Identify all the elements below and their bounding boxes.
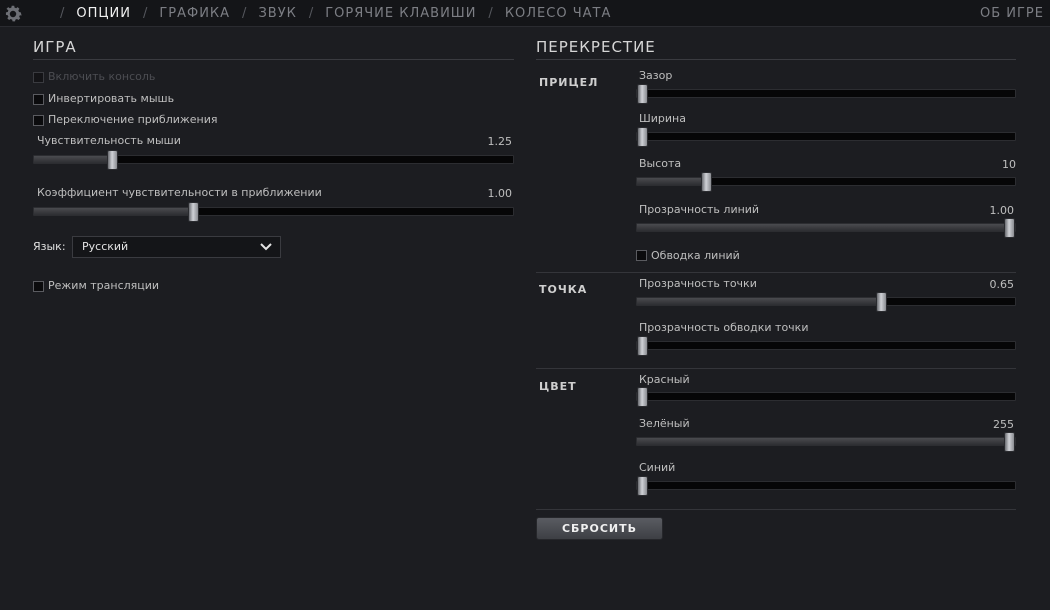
line-opacity-slider[interactable] — [636, 218, 1016, 238]
slider-thumb[interactable] — [188, 202, 200, 222]
invert-mouse-checkbox[interactable] — [33, 94, 44, 105]
tab-sound[interactable]: ЗВУК — [258, 6, 296, 21]
zoom-toggle-label: Переключение приближения — [48, 113, 218, 126]
green-label: Зелёный — [639, 417, 690, 430]
tab-options[interactable]: ОПЦИИ — [76, 6, 131, 21]
crosshair-section-title: ПЕРЕКРЕСТИЕ — [536, 38, 1016, 60]
slider-fill — [34, 208, 194, 215]
color-group-label: ЦВЕТ — [539, 380, 577, 393]
line-opacity-label: Прозрачность линий — [639, 203, 760, 216]
red-label: Красный — [639, 373, 690, 386]
slider-thumb[interactable] — [637, 476, 648, 496]
nav-tabs: / ОПЦИИ / ГРАФИКА / ЗВУК / ГОРЯЧИЕ КЛАВИ… — [48, 0, 611, 27]
height-value: 10 — [1002, 158, 1016, 171]
slider-thumb[interactable] — [637, 336, 648, 356]
console-checkbox-label: Включить консоль — [48, 70, 156, 83]
gear-icon[interactable] — [2, 3, 24, 25]
nav-separator: / — [242, 6, 247, 21]
streamer-mode-checkbox[interactable] — [33, 281, 44, 292]
green-slider[interactable] — [636, 432, 1016, 452]
width-slider[interactable] — [636, 127, 1016, 147]
tab-about[interactable]: ОБ ИГРЕ — [980, 0, 1044, 27]
dot-group-label: ТОЧКА — [539, 283, 588, 296]
dot-outline-opacity-label: Прозрачность обводки точки — [639, 321, 809, 334]
line-outline-label: Обводка линий — [651, 249, 740, 262]
reset-button[interactable]: СБРОСИТЬ — [536, 517, 663, 540]
gap-label: Зазор — [639, 69, 673, 82]
nav-separator: / — [488, 6, 493, 21]
invert-mouse-label: Инвертировать мышь — [48, 92, 175, 105]
slider-fill — [34, 156, 113, 163]
slider-fill — [637, 178, 707, 185]
language-label: Язык: — [33, 240, 66, 253]
language-select-value: Русский — [82, 240, 129, 253]
slider-fill — [637, 438, 1010, 445]
slider-thumb[interactable] — [637, 84, 648, 104]
language-select[interactable]: Русский — [72, 236, 281, 258]
slider-thumb[interactable] — [637, 387, 648, 407]
line-opacity-value: 1.00 — [989, 204, 1015, 217]
nav-separator: / — [142, 6, 148, 21]
slider-thumb[interactable] — [875, 292, 887, 312]
zoom-toggle-checkbox[interactable] — [33, 115, 44, 126]
mouse-sensitivity-slider[interactable] — [33, 150, 514, 170]
slider-thumb[interactable] — [1004, 432, 1015, 452]
game-section-title: ИГРА — [33, 38, 514, 60]
nav-separator: / — [60, 6, 65, 21]
slider-thumb[interactable] — [701, 172, 713, 192]
divider — [536, 272, 1016, 273]
slider-thumb[interactable] — [1004, 218, 1015, 238]
height-slider[interactable] — [636, 172, 1016, 192]
aim-group-label: ПРИЦЕЛ — [539, 76, 599, 89]
streamer-mode-label: Режим трансляции — [48, 279, 160, 292]
mouse-sensitivity-label: Чувствительность мыши — [37, 134, 181, 147]
line-outline-checkbox[interactable] — [636, 250, 647, 261]
height-label: Высота — [639, 157, 682, 170]
slider-fill — [637, 298, 882, 305]
gap-slider[interactable] — [636, 84, 1016, 104]
dot-opacity-label: Прозрачность точки — [639, 277, 757, 290]
green-value: 255 — [993, 418, 1014, 431]
chevron-down-icon — [260, 243, 272, 251]
console-checkbox[interactable] — [33, 72, 44, 83]
tab-graphics[interactable]: ГРАФИКА — [159, 6, 230, 21]
slider-fill — [637, 224, 1010, 231]
slider-thumb[interactable] — [106, 150, 118, 170]
zoom-sensitivity-label: Коэффициент чувствительности в приближен… — [37, 186, 322, 199]
tab-hotkeys[interactable]: ГОРЯЧИЕ КЛАВИШИ — [325, 6, 476, 21]
width-label: Ширина — [639, 112, 686, 125]
zoom-sensitivity-slider[interactable] — [33, 202, 514, 222]
top-nav-bar: / ОПЦИИ / ГРАФИКА / ЗВУК / ГОРЯЧИЕ КЛАВИ… — [0, 0, 1050, 27]
dot-outline-opacity-slider[interactable] — [636, 336, 1016, 356]
nav-separator: / — [308, 6, 314, 21]
slider-thumb[interactable] — [637, 127, 648, 147]
zoom-sensitivity-value: 1.00 — [487, 187, 513, 200]
mouse-sensitivity-value: 1.25 — [487, 135, 513, 148]
tab-chat-wheel[interactable]: КОЛЕСО ЧАТА — [505, 6, 612, 21]
dot-opacity-value: 0.65 — [989, 278, 1015, 291]
red-slider[interactable] — [636, 387, 1016, 407]
blue-slider[interactable] — [636, 476, 1016, 496]
blue-label: Синий — [639, 461, 676, 474]
divider — [536, 509, 1016, 510]
divider — [536, 368, 1016, 369]
dot-opacity-slider[interactable] — [636, 292, 1016, 312]
